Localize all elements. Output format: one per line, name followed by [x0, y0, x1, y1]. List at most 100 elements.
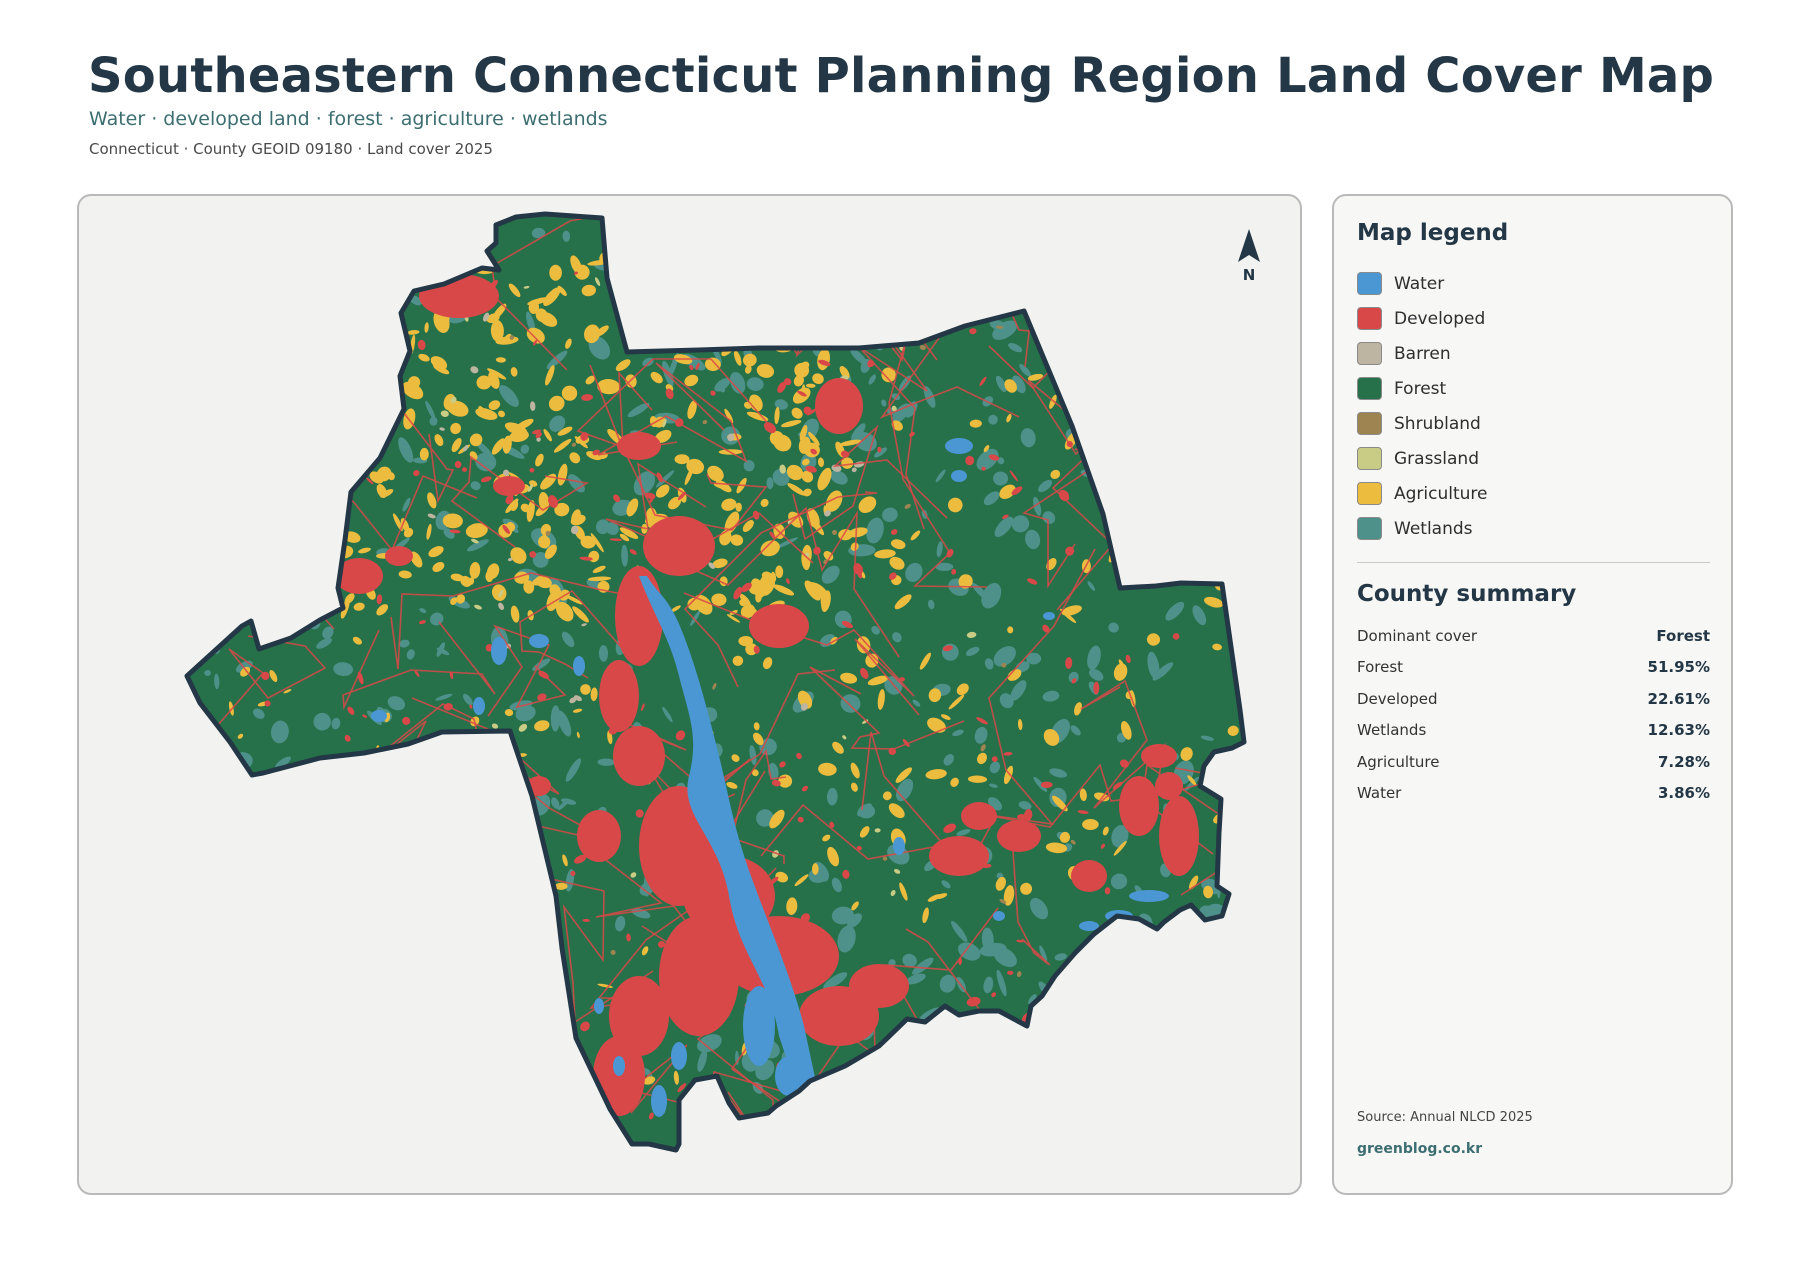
- wetland-patch: [484, 1137, 501, 1150]
- summary-key: Developed: [1357, 689, 1438, 708]
- barren-patch: [676, 277, 681, 283]
- wetland-patch: [336, 994, 349, 1016]
- developed-patch: [373, 996, 383, 1007]
- wetland-patch: [470, 762, 482, 775]
- map-panel[interactable]: N: [77, 194, 1302, 1195]
- agriculture-patch: [549, 264, 562, 281]
- north-arrow: N: [1229, 226, 1269, 286]
- land-cover-raster: [187, 214, 1244, 1150]
- lake: [1129, 890, 1169, 902]
- road-line: [301, 964, 509, 1037]
- agriculture-patch: [337, 510, 344, 517]
- agriculture-patch: [730, 329, 752, 345]
- agriculture-patch: [1082, 819, 1099, 830]
- developed-patch: [383, 363, 394, 373]
- developed-patch: [262, 1061, 276, 1073]
- summary-value: Forest: [1656, 626, 1710, 645]
- agriculture-patch: [792, 315, 808, 328]
- agriculture-patch: [761, 284, 773, 297]
- wetland-patch: [346, 1068, 368, 1088]
- wetland-patch: [232, 972, 240, 990]
- agriculture-patch: [1231, 775, 1244, 793]
- developed-patch: [338, 786, 347, 793]
- wetland-patch: [1027, 1124, 1046, 1143]
- agriculture-patch: [1185, 573, 1195, 580]
- wetland-patch: [1198, 315, 1222, 325]
- wetland-patch: [785, 1117, 796, 1140]
- wetland-patch: [190, 1029, 195, 1041]
- legend-label: Water: [1394, 273, 1445, 294]
- agriculture-patch: [786, 281, 805, 299]
- developed-patch: [302, 782, 311, 788]
- wetland-patch: [293, 886, 311, 904]
- developed-patch: [288, 892, 295, 900]
- wetland-patch: [998, 1100, 1012, 1113]
- wetland-patch: [979, 1137, 997, 1150]
- agriculture-patch: [687, 293, 697, 304]
- wetland-patch: [403, 274, 420, 284]
- agriculture-patch: [375, 360, 389, 376]
- wetland-patch: [1206, 350, 1231, 362]
- legend-item-barren: Barren: [1357, 336, 1488, 371]
- wetland-patch: [1180, 977, 1191, 996]
- grassland-patch: [451, 790, 462, 795]
- agriculture-patch: [563, 1058, 575, 1072]
- agriculture-patch: [1222, 403, 1239, 408]
- wetland-patch: [1144, 1071, 1163, 1097]
- agriculture-patch: [670, 292, 679, 302]
- agriculture-patch: [358, 302, 380, 316]
- agriculture-patch: [1100, 382, 1115, 393]
- wetland-patch: [1061, 1067, 1070, 1074]
- agriculture-patch: [332, 430, 349, 440]
- wetland-patch: [898, 226, 908, 252]
- developed-patch: [1220, 368, 1229, 380]
- barren-patch: [632, 282, 642, 291]
- legend-swatch: [1357, 377, 1382, 400]
- lake: [993, 911, 1005, 921]
- developed-patch: [376, 385, 388, 396]
- developed-patch: [417, 966, 422, 973]
- legend-swatch: [1357, 447, 1382, 470]
- developed-patch: [1007, 970, 1014, 975]
- agriculture-patch: [360, 277, 374, 292]
- developed-patch: [514, 970, 525, 980]
- agriculture-patch: [679, 260, 693, 276]
- wetland-patch: [317, 927, 334, 939]
- wetland-patch: [1141, 1125, 1159, 1134]
- wetland-patch: [341, 385, 354, 397]
- wetland-patch: [1200, 964, 1210, 974]
- wetland-patch: [1166, 1066, 1178, 1080]
- wetland-patch: [1088, 986, 1107, 1006]
- agriculture-patch: [325, 491, 347, 502]
- legend-label: Forest: [1394, 378, 1447, 399]
- summary-value: 7.28%: [1657, 752, 1710, 771]
- road-line: [236, 382, 298, 483]
- developed-patch: [1056, 1122, 1062, 1134]
- wetland-patch: [478, 1126, 484, 1142]
- legend-swatch: [1357, 272, 1382, 295]
- summary-key: Water: [1357, 784, 1402, 803]
- developed-patch: [923, 1038, 932, 1050]
- lake: [371, 710, 387, 722]
- side-panel: Map legend Water Developed Barren Forest…: [1332, 194, 1733, 1195]
- wetland-patch: [203, 739, 216, 749]
- developed-patch: [295, 508, 301, 516]
- road-line: [290, 973, 355, 1150]
- urban-area: [749, 604, 809, 648]
- urban-area: [613, 726, 665, 786]
- wetland-patch: [664, 311, 678, 323]
- land-cover-map[interactable]: [79, 196, 1302, 1195]
- lake: [491, 637, 507, 665]
- developed-patch: [1171, 366, 1181, 375]
- wetland-patch: [356, 1062, 363, 1089]
- developed-patch: [283, 318, 289, 325]
- developed-patch: [311, 458, 319, 465]
- developed-patch: [516, 967, 527, 976]
- developed-patch: [318, 457, 323, 465]
- wetland-patch: [785, 284, 802, 296]
- urban-area: [961, 802, 997, 830]
- credit-link[interactable]: greenblog.co.kr: [1357, 1141, 1482, 1157]
- road-line: [1137, 260, 1208, 361]
- agriculture-patch: [421, 256, 430, 265]
- agriculture-patch: [407, 748, 422, 756]
